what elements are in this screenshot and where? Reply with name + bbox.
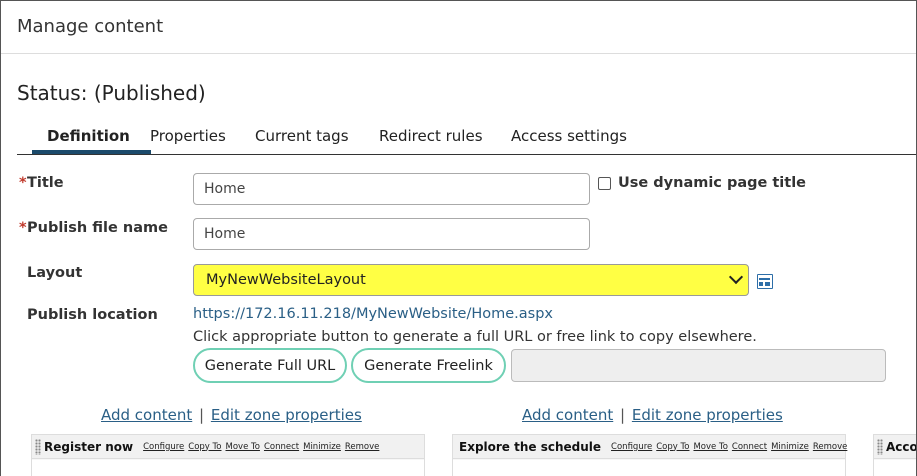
move-to-link[interactable]: Move To <box>226 442 260 452</box>
zone-links-left: Add content | Edit zone properties <box>101 406 362 424</box>
remove-link[interactable]: Remove <box>345 442 380 452</box>
checkbox-icon[interactable] <box>598 176 611 190</box>
zone-toolbar: Explore the schedule Configure Copy To M… <box>453 435 847 459</box>
layout-label: Layout <box>27 265 83 281</box>
title-label: * Title <box>19 175 64 191</box>
tab-bar: Definition Properties Current tags Redir… <box>17 121 916 155</box>
zone-title: Acco <box>886 439 917 454</box>
drag-handle-icon[interactable] <box>877 438 883 455</box>
configure-link[interactable]: Configure <box>611 442 652 452</box>
required-marker: * <box>19 220 27 236</box>
edit-zone-properties-link[interactable]: Edit zone properties <box>211 406 362 424</box>
copy-to-link[interactable]: Copy To <box>656 442 689 452</box>
zone-explore-schedule: Explore the schedule Configure Copy To M… <box>452 434 847 476</box>
tab-redirect-rules[interactable]: Redirect rules <box>379 127 483 145</box>
zone-title: Explore the schedule <box>459 439 602 454</box>
zone-body <box>32 460 424 476</box>
zone-actions: Configure Copy To Move To Connect Minimi… <box>611 442 847 452</box>
zone-body <box>453 460 845 476</box>
link-separator: | <box>620 406 626 424</box>
page-status: Status: (Published) <box>17 81 206 105</box>
tab-properties[interactable]: Properties <box>150 127 226 145</box>
required-marker: * <box>19 175 27 191</box>
link-separator: | <box>199 406 205 424</box>
generated-url-field[interactable] <box>511 349 886 382</box>
manage-content-dialog: Manage content Status: (Published) Defin… <box>0 0 917 476</box>
tab-access-settings[interactable]: Access settings <box>511 127 627 145</box>
zone-partial: Acco <box>873 434 917 476</box>
zone-toolbar: Register now Configure Copy To Move To C… <box>32 435 424 459</box>
generate-full-url-button[interactable]: Generate Full URL <box>193 348 347 383</box>
zone-body <box>874 460 916 476</box>
layout-preview-icon[interactable] <box>757 274 773 289</box>
zone-actions: Configure Copy To Move To Connect Minimi… <box>143 442 379 452</box>
zone-register-now: Register now Configure Copy To Move To C… <box>31 434 425 476</box>
publish-file-label: * Publish file name <box>19 220 168 236</box>
layout-select[interactable]: MyNewWebsiteLayout <box>193 264 749 296</box>
minimize-link[interactable]: Minimize <box>303 442 341 452</box>
zone-links-right: Add content | Edit zone properties <box>522 406 783 424</box>
publish-file-input[interactable] <box>193 218 590 250</box>
connect-link[interactable]: Connect <box>264 442 299 452</box>
drag-handle-icon[interactable] <box>35 438 41 455</box>
dynamic-title-label: Use dynamic page title <box>618 175 807 191</box>
dialog-header: Manage content <box>1 1 916 54</box>
publish-hint-text: Click appropriate button to generate a f… <box>193 329 757 345</box>
configure-link[interactable]: Configure <box>143 442 184 452</box>
tab-current-tags[interactable]: Current tags <box>255 127 349 145</box>
move-to-link[interactable]: Move To <box>693 442 727 452</box>
copy-to-link[interactable]: Copy To <box>188 442 221 452</box>
layout-selected-value: MyNewWebsiteLayout <box>206 272 366 288</box>
connect-link[interactable]: Connect <box>732 442 767 452</box>
active-tab-indicator <box>32 150 151 154</box>
publish-url-link[interactable]: https://172.16.11.218/MyNewWebsite/Home.… <box>193 306 553 322</box>
chevron-down-icon <box>728 269 744 285</box>
add-content-link[interactable]: Add content <box>522 406 613 424</box>
zone-toolbar: Acco <box>874 435 917 459</box>
generate-freelink-button[interactable]: Generate Freelink <box>351 348 506 383</box>
minimize-link[interactable]: Minimize <box>771 442 809 452</box>
dynamic-title-checkbox[interactable]: Use dynamic page title <box>598 175 806 191</box>
dialog-title: Manage content <box>17 16 164 37</box>
remove-link[interactable]: Remove <box>813 442 848 452</box>
edit-zone-properties-link[interactable]: Edit zone properties <box>632 406 783 424</box>
tab-definition[interactable]: Definition <box>47 127 130 145</box>
title-input[interactable] <box>193 173 590 205</box>
zone-title: Register now <box>44 439 134 454</box>
publish-location-label: Publish location <box>27 307 158 323</box>
add-content-link[interactable]: Add content <box>101 406 192 424</box>
